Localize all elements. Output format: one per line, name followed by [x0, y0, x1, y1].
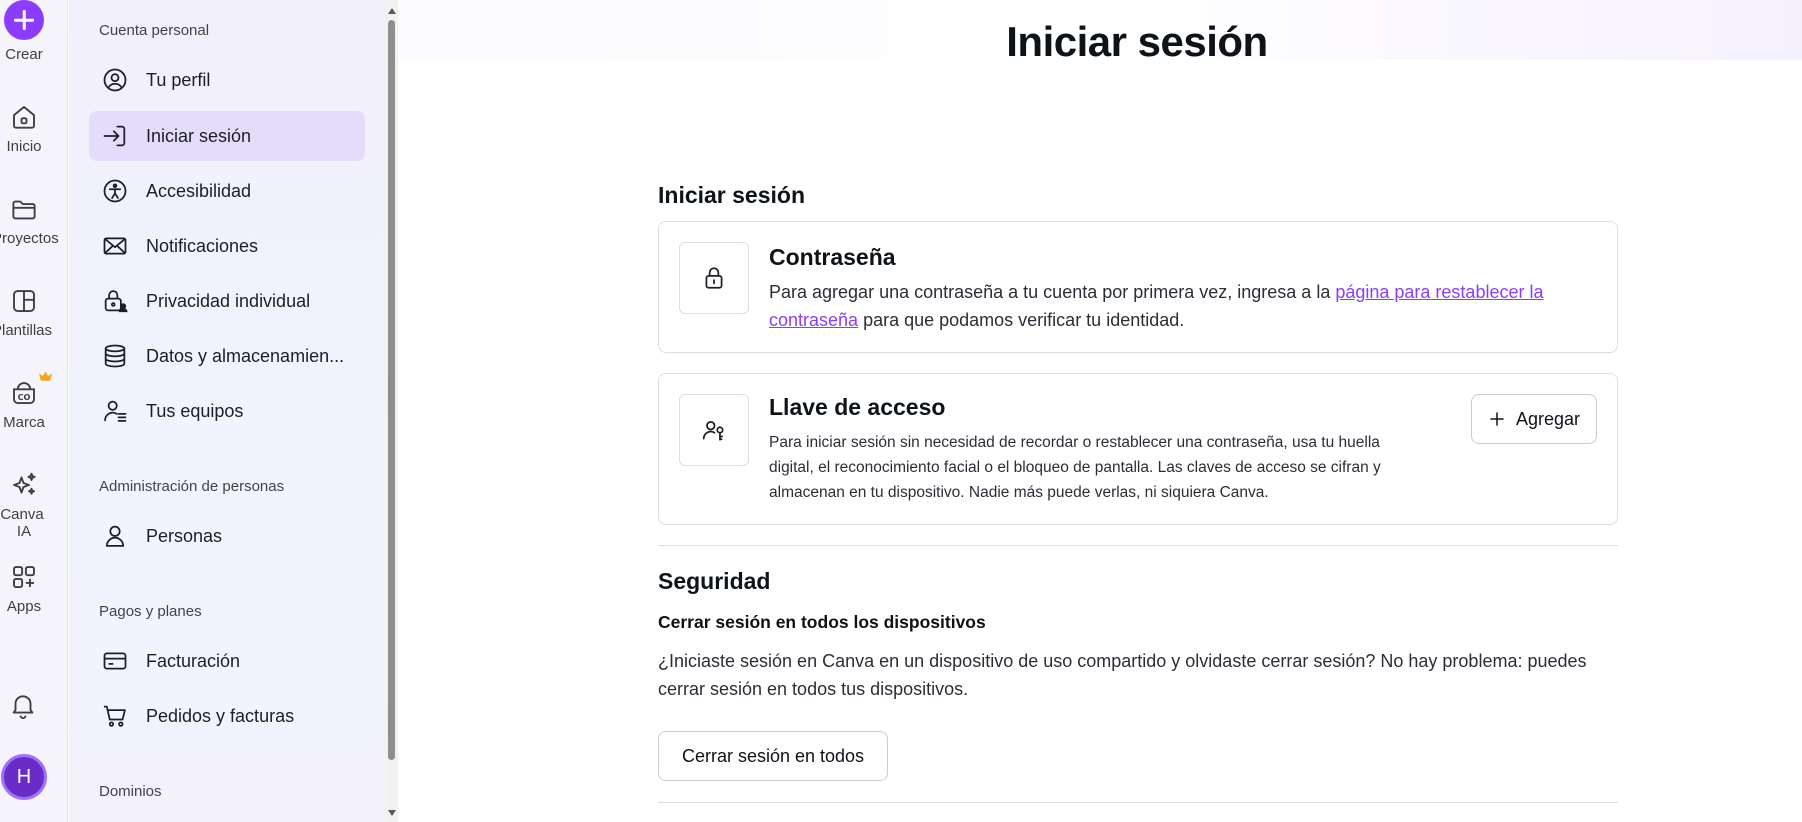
bell-icon[interactable]	[8, 690, 38, 720]
svg-text:CO: CO	[18, 392, 31, 402]
signout-all-button[interactable]: Cerrar sesión en todos	[658, 731, 888, 781]
app-rail: Crear Inicio Proyectos Plantillas CO Mar…	[0, 0, 68, 822]
templates-icon	[13, 290, 35, 312]
accessibility-icon	[103, 179, 127, 203]
sidebar-item-label: Personas	[146, 525, 223, 546]
security-section-heading: Seguridad	[658, 568, 771, 594]
sidebar-item-label: Datos y almacenamien...	[146, 345, 345, 366]
mail-icon	[103, 237, 127, 255]
rail-item-canva-ai[interactable]: Canva IA	[0, 470, 48, 540]
section-divider	[658, 545, 1618, 546]
rail-item-home[interactable]: Inicio	[0, 102, 48, 155]
password-title: Contraseña	[769, 244, 896, 270]
rail-item-projects[interactable]: Proyectos	[0, 194, 59, 247]
plus-icon	[4, 0, 44, 40]
sidebar-item-profile[interactable]: Tu perfil	[89, 55, 365, 105]
sidebar-item-privacy[interactable]: Privacidad individual	[89, 276, 365, 326]
login-icon	[103, 125, 126, 147]
passkey-icon	[702, 421, 724, 441]
rail-label-home: Inicio	[6, 138, 42, 155]
section-heading-people-admin: Administración de personas	[99, 478, 285, 495]
sidebar-scrollbar[interactable]	[386, 0, 398, 822]
rail-item-templates[interactable]: Plantillas	[0, 286, 52, 339]
main-content: Iniciar sesión Iniciar sesión Contraseña…	[399, 0, 1802, 822]
rail-label-projects: Proyectos	[0, 230, 59, 247]
password-text-before: Para agregar una contraseña a tu cuenta …	[769, 282, 1336, 302]
sidebar-item-label: Privacidad individual	[146, 290, 311, 311]
sidebar-item-label: Notificaciones	[146, 235, 259, 256]
sidebar-item-label: Pedidos y facturas	[146, 705, 295, 726]
brand-icon: CO	[13, 382, 35, 404]
avatar[interactable]: H	[1, 754, 47, 800]
rail-item-brand[interactable]: CO Marca	[0, 378, 48, 431]
create-button[interactable]: Crear	[0, 0, 48, 63]
login-section-heading: Iniciar sesión	[658, 182, 806, 208]
add-button-label: Agregar	[1515, 408, 1581, 429]
password-icon-box	[679, 242, 749, 314]
teams-icon	[104, 400, 127, 422]
passkey-description: Para iniciar sesión sin necesidad de rec…	[769, 434, 1381, 501]
passkey-icon-box	[679, 394, 749, 466]
sidebar-item-billing[interactable]: Facturación	[89, 636, 365, 686]
passkey-card: Llave de acceso Para iniciar sesión sin …	[658, 373, 1618, 525]
settings-sidebar: Cuenta personal Tu perfil Iniciar sesión…	[69, 0, 389, 822]
scrollbar-thumb[interactable]	[388, 20, 395, 760]
rail-label-brand: Marca	[3, 414, 45, 431]
sidebar-item-orders[interactable]: Pedidos y facturas	[89, 691, 365, 741]
plus-icon	[1490, 412, 1504, 426]
rail-label-apps: Apps	[6, 598, 42, 615]
sidebar-item-label: Tus equipos	[146, 400, 244, 421]
sparkles-icon	[13, 472, 36, 495]
password-card: Contraseña Para agregar una contraseña a…	[658, 221, 1618, 353]
person-icon	[105, 525, 125, 547]
lock-icon	[705, 267, 723, 289]
section-heading-billing: Pagos y planes	[99, 603, 202, 620]
signout-all-description: ¿Iniciaste sesión en Canva en un disposi…	[658, 651, 1587, 699]
sidebar-item-label: Iniciar sesión	[146, 125, 252, 146]
sidebar-item-people[interactable]: Personas	[89, 511, 365, 561]
scroll-up-arrow[interactable]	[388, 8, 396, 14]
cart-icon	[103, 705, 126, 727]
section-heading-personal: Cuenta personal	[99, 22, 210, 39]
signout-all-button-label: Cerrar sesión en todos	[681, 745, 865, 766]
sidebar-item-teams[interactable]: Tus equipos	[89, 386, 365, 436]
sidebar-item-label: Accesibilidad	[146, 180, 252, 201]
rail-label-canva-ai: Canva IA	[0, 506, 44, 540]
sidebar-item-notifications[interactable]: Notificaciones	[89, 221, 365, 271]
rail-item-apps[interactable]: Apps	[0, 562, 48, 615]
privacy-lock-icon	[104, 290, 128, 313]
scroll-down-arrow[interactable]	[388, 810, 396, 816]
sidebar-item-login[interactable]: Iniciar sesión	[89, 111, 365, 161]
create-label: Crear	[5, 46, 43, 63]
password-description: Para agregar una contraseña a tu cuenta …	[769, 278, 1589, 334]
avatar-initial: H	[16, 765, 32, 788]
add-passkey-button[interactable]: Agregar	[1471, 394, 1597, 444]
folder-icon	[12, 200, 36, 220]
page-title: Iniciar sesión	[1006, 18, 1268, 65]
database-icon	[104, 344, 126, 368]
sidebar-item-label: Facturación	[146, 650, 241, 671]
apps-icon	[13, 566, 35, 588]
sidebar-item-accessibility[interactable]: Accesibilidad	[89, 166, 365, 216]
credit-card-icon	[103, 652, 127, 670]
passkey-title: Llave de acceso	[769, 394, 946, 420]
crown-icon	[38, 371, 53, 381]
profile-icon	[103, 68, 127, 92]
signout-all-subheading: Cerrar sesión en todos los dispositivos	[658, 612, 986, 632]
rail-label-templates: Plantillas	[0, 322, 53, 339]
section-divider	[658, 802, 1618, 803]
section-heading-domains: Dominios	[99, 783, 162, 800]
sidebar-item-data-storage[interactable]: Datos y almacenamien...	[89, 331, 365, 381]
password-text-after: para que podamos verificar tu identidad.	[858, 310, 1185, 330]
sidebar-item-label: Tu perfil	[146, 69, 211, 90]
home-icon	[13, 106, 35, 129]
